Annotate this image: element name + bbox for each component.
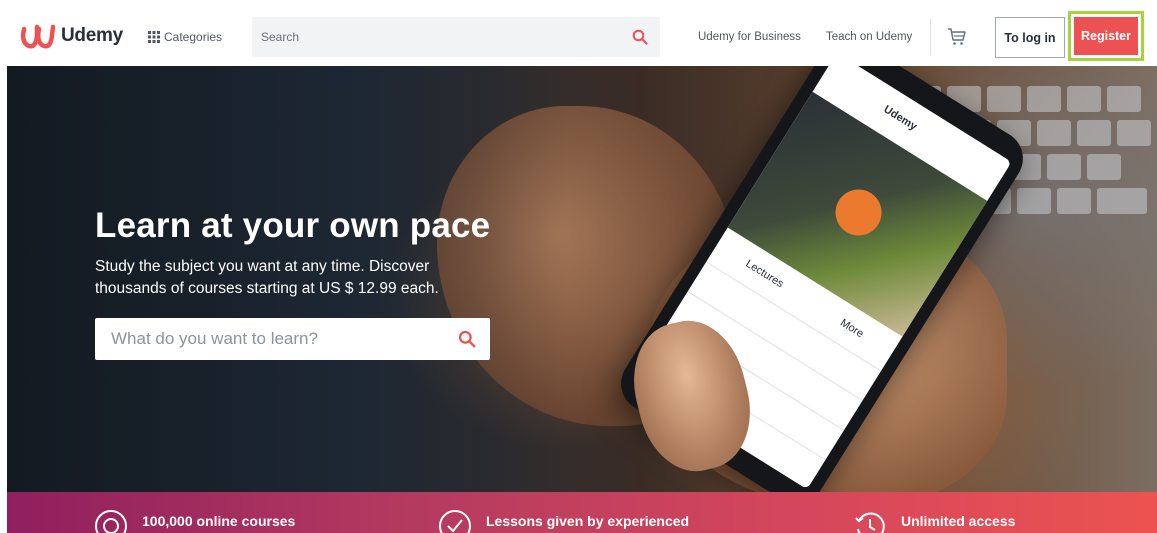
feature-item: Lessons given by experienced — [438, 492, 689, 533]
nav-divider — [930, 19, 931, 55]
login-button[interactable]: To log in — [995, 17, 1065, 58]
header-search-input[interactable] — [252, 17, 612, 57]
grid-icon — [148, 31, 160, 43]
teach-on-udemy-link[interactable]: Teach on Udemy — [826, 31, 912, 43]
hero-title: Learn at your own pace — [95, 206, 491, 245]
hero-banner: Udemy Lectures More Learn at your own pac… — [7, 66, 1157, 492]
search-icon[interactable] — [632, 29, 648, 45]
feature-text: Lessons given by experienced — [486, 513, 690, 529]
checkmark-circle-icon — [439, 510, 471, 533]
shopping-cart-icon[interactable] — [947, 27, 967, 47]
features-bar: 100,000 online courses Lessons given by … — [7, 492, 1157, 533]
categories-menu[interactable]: Categories — [148, 30, 222, 44]
top-navigation-bar: Udemy Categories Udemy for Business Teac… — [0, 0, 1157, 66]
register-button[interactable]: Register — [1074, 17, 1138, 55]
history-clock-icon — [855, 512, 885, 533]
udemy-logo[interactable]: Udemy — [20, 23, 123, 49]
search-icon[interactable] — [458, 330, 476, 348]
feature-text: Unlimited access — [901, 513, 1016, 529]
udemy-for-business-link[interactable]: Udemy for Business — [698, 31, 801, 43]
hero-subtitle: Study the subject you want at any time. … — [95, 258, 439, 297]
feature-text: 100,000 online courses — [142, 513, 296, 529]
categories-label: Categories — [164, 30, 223, 44]
header-search-bar — [252, 17, 660, 57]
hero-search-input[interactable] — [95, 318, 440, 360]
logo-text: Udemy — [61, 25, 123, 46]
udemy-logo-icon — [20, 24, 56, 49]
target-icon — [95, 510, 127, 533]
feature-item: 100,000 online courses — [94, 492, 295, 533]
feature-item: Unlimited access — [853, 492, 1015, 533]
register-button-highlight: Register — [1068, 11, 1144, 61]
hero-search-bar — [95, 318, 490, 360]
